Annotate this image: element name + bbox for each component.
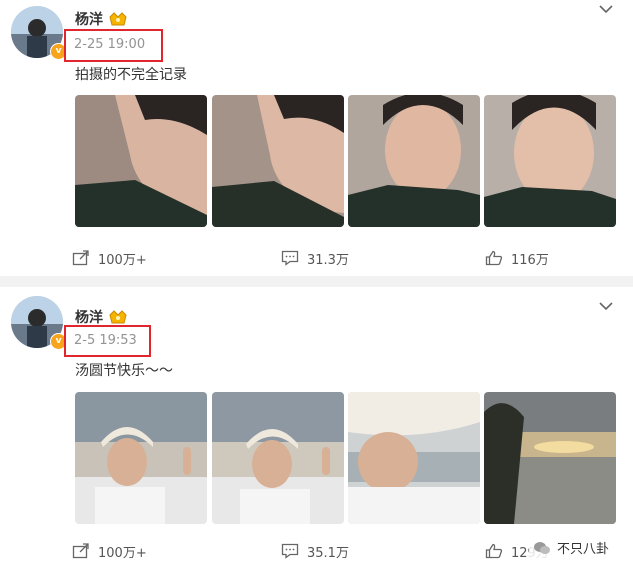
comment-count: 31.3万 <box>307 252 349 268</box>
like-count: 116万 <box>511 252 549 268</box>
watermark-label: 不只八卦 <box>556 542 609 557</box>
post-text: 汤圆节快乐～～ <box>75 363 173 379</box>
repost-button[interactable]: 100万+ <box>72 246 147 270</box>
comment-button[interactable]: 31.3万 <box>281 246 349 270</box>
comment-button[interactable]: 35.1万 <box>281 539 349 563</box>
repost-button[interactable]: 100万+ <box>72 539 147 563</box>
chevron-down-icon[interactable] <box>599 301 613 311</box>
thumbs-up-icon <box>485 543 503 559</box>
photo-thumbnail[interactable] <box>348 95 480 227</box>
comment-count: 35.1万 <box>307 545 349 561</box>
gold-member-icon <box>109 310 127 324</box>
repost-count: 100万+ <box>98 545 147 561</box>
post-time[interactable]: 2-5 19:53 <box>74 333 137 348</box>
repost-count: 100万+ <box>98 252 147 268</box>
thumbs-up-icon <box>485 250 503 266</box>
chevron-down-icon[interactable] <box>599 4 613 14</box>
photo-thumbnail[interactable] <box>75 392 207 524</box>
weibo-post-1: v 杨洋 2-25 19:00 拍摄的不完全记录 100万+ 31.3万 116… <box>0 0 633 276</box>
like-button[interactable]: 116万 <box>485 246 549 270</box>
comment-icon <box>281 543 299 559</box>
action-bar: 100万+ 31.3万 116万 <box>0 246 633 270</box>
wechat-icon <box>533 541 550 554</box>
photo-thumbnail[interactable] <box>212 95 344 227</box>
photo-grid <box>75 392 620 524</box>
source-watermark: 不只八卦 <box>528 536 613 559</box>
author-name[interactable]: 杨洋 <box>75 9 103 29</box>
photo-thumbnail[interactable] <box>348 392 480 524</box>
repost-icon <box>72 543 89 559</box>
photo-thumbnail[interactable] <box>484 95 616 227</box>
weibo-post-2: v 杨洋 2-5 19:53 汤圆节快乐～～ 100万+ 35.1万 <box>0 287 633 573</box>
repost-icon <box>72 250 89 266</box>
photo-thumbnail[interactable] <box>484 392 616 524</box>
post-separator <box>0 276 633 287</box>
photo-thumbnail[interactable] <box>212 392 344 524</box>
photo-thumbnail[interactable] <box>75 95 207 227</box>
comment-icon <box>281 250 299 266</box>
author-name[interactable]: 杨洋 <box>75 307 103 327</box>
photo-grid <box>75 95 620 227</box>
post-time[interactable]: 2-25 19:00 <box>74 37 145 52</box>
gold-member-icon <box>109 12 127 26</box>
post-text: 拍摄的不完全记录 <box>75 67 187 83</box>
